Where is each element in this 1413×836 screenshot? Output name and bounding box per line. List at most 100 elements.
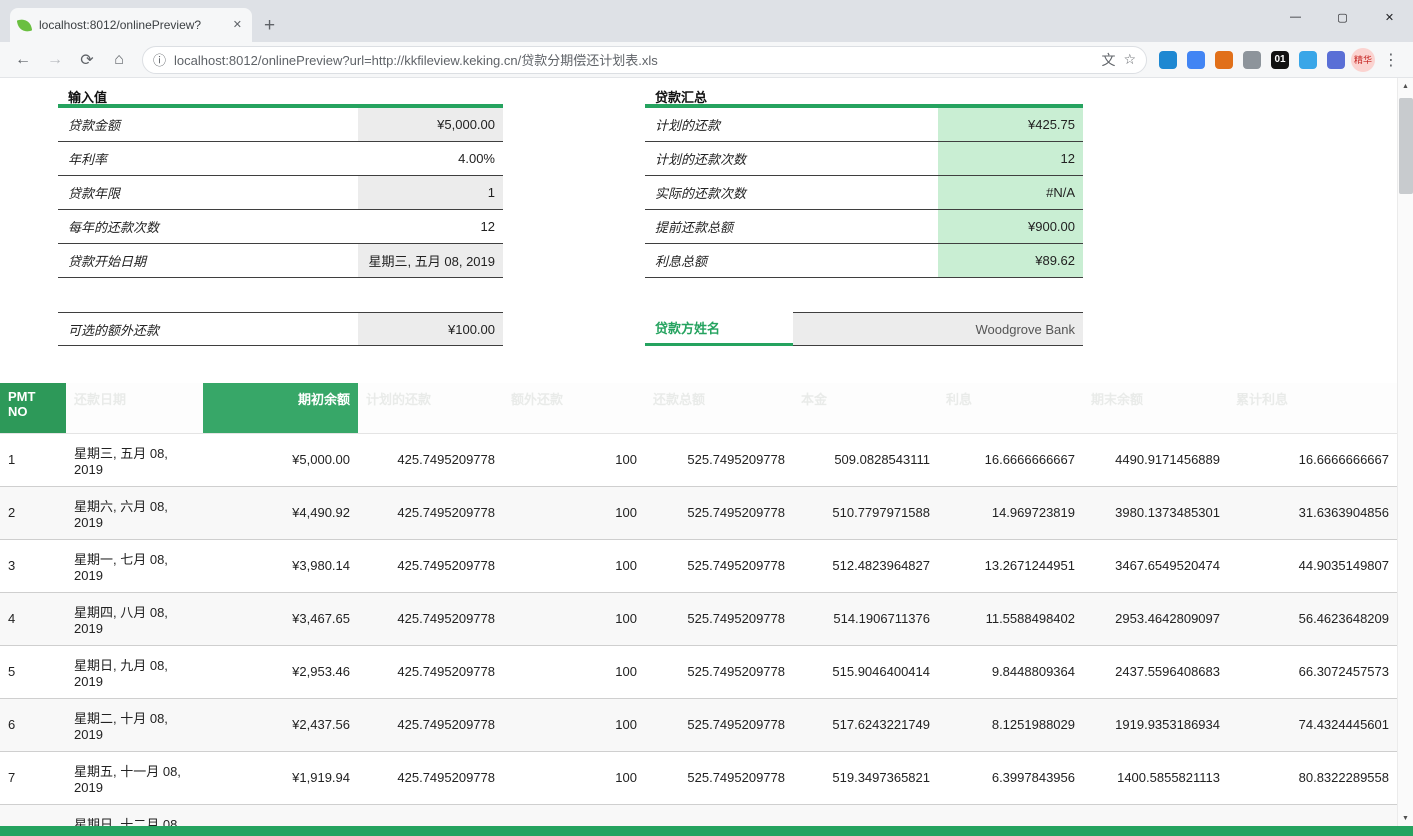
amort-header-cell: 本金 <box>793 383 938 433</box>
summary-label: 计划的还款次数 <box>645 142 938 175</box>
amort-cell: 56.4623648209 <box>1228 592 1397 645</box>
extension-icon-7[interactable] <box>1327 51 1345 69</box>
amort-cell: 2953.4642809097 <box>1083 592 1228 645</box>
amort-cell: 星期一, 七月 08, 2019 <box>66 539 203 592</box>
amort-cell: 521.0809023708 <box>793 804 938 826</box>
extension-icon-5[interactable]: 01 <box>1271 51 1289 69</box>
address-bar[interactable]: ⓘ localhost:8012/onlinePreview?url=http:… <box>142 46 1147 74</box>
amort-cell: 4.668618607 <box>938 804 1083 826</box>
amort-cell: 525.7495209778 <box>645 592 793 645</box>
amort-cell: 13.2671244951 <box>938 539 1083 592</box>
new-tab-button[interactable]: + <box>264 16 275 35</box>
table-row: 3星期一, 七月 08, 2019¥3,980.14425.7495209778… <box>0 539 1397 592</box>
amort-cell: 425.7495209778 <box>358 539 503 592</box>
amort-cell: 星期日, 十二月 08, 2019 <box>66 804 203 826</box>
amort-cell: ¥2,437.56 <box>203 698 358 751</box>
spreadsheet-preview: 输入值 贷款金额¥5,000.00年利率4.00%贷款年限1每年的还款次数12贷… <box>0 78 1397 826</box>
summary-value: #N/A <box>938 176 1083 209</box>
amort-cell: 879.5046797405 <box>1083 804 1228 826</box>
amort-header-cell: 累计利息 <box>1228 383 1397 433</box>
amort-header-cell: 额外还款 <box>503 383 645 433</box>
lender-value: Woodgrove Bank <box>793 312 1083 346</box>
scroll-up-icon[interactable]: ▲ <box>1398 78 1413 94</box>
amort-cell: 9.8448809364 <box>938 645 1083 698</box>
scrollbar-thumb[interactable] <box>1399 98 1413 194</box>
extension-icon-3[interactable] <box>1215 51 1233 69</box>
amort-cell: 14.969723819 <box>938 486 1083 539</box>
browser-menu-icon[interactable]: ⋮ <box>1377 50 1405 70</box>
summary-label: 计划的还款 <box>645 108 938 141</box>
amort-cell: 100 <box>503 804 645 826</box>
amortization-table: PMT NO还款日期期初余额计划的还款额外还款还款总额本金利息期末余额累计利息 … <box>0 383 1397 826</box>
profile-avatar[interactable]: 精华 <box>1351 48 1375 72</box>
amort-cell: 425.7495209778 <box>358 751 503 804</box>
summary-value: 12 <box>938 142 1083 175</box>
amort-cell: 514.1906711376 <box>793 592 938 645</box>
input-label: 贷款开始日期 <box>58 244 358 277</box>
extra-payment-label: 可选的额外还款 <box>58 313 358 345</box>
extension-icon-1[interactable] <box>1159 51 1177 69</box>
amort-cell: 6.3997843956 <box>938 751 1083 804</box>
browser-tab[interactable]: localhost:8012/onlinePreview? ✕ <box>10 8 252 42</box>
bottom-accent-bar <box>0 826 1413 836</box>
amort-cell: 425.7495209778 <box>358 486 503 539</box>
amort-cell: 5 <box>0 645 66 698</box>
amort-cell: 100 <box>503 645 645 698</box>
amort-cell: 100 <box>503 592 645 645</box>
amort-cell: 6 <box>0 698 66 751</box>
scrollbar-track[interactable] <box>1398 94 1413 810</box>
table-row: 6星期二, 十月 08, 2019¥2,437.56425.7495209778… <box>0 698 1397 751</box>
vertical-scrollbar[interactable]: ▲ ▼ <box>1397 78 1413 826</box>
translate-icon[interactable]: 文 <box>1101 50 1115 70</box>
bookmark-star-icon[interactable]: ☆ <box>1123 51 1136 68</box>
home-button[interactable]: ⌂ <box>104 45 134 75</box>
summary-rows: 计划的还款¥425.75计划的还款次数12实际的还款次数#N/A提前还款总额¥9… <box>645 108 1083 278</box>
minimize-button[interactable]: — <box>1272 0 1319 34</box>
summary-value: ¥425.75 <box>938 108 1083 141</box>
extension-icon-6[interactable] <box>1299 51 1317 69</box>
amort-cell: 31.6363904856 <box>1228 486 1397 539</box>
extension-icon-4[interactable] <box>1243 51 1261 69</box>
amort-cell: 425.7495209778 <box>358 804 503 826</box>
extra-payment-value: ¥100.00 <box>358 313 503 345</box>
amort-cell: 11.5588498402 <box>938 592 1083 645</box>
scroll-down-icon[interactable]: ▼ <box>1398 810 1413 826</box>
page-info-icon[interactable]: ⓘ <box>153 50 166 69</box>
amort-cell: 3980.1373485301 <box>1083 486 1228 539</box>
summary-label: 提前还款总额 <box>645 210 938 243</box>
amort-cell: 425.7495209778 <box>358 645 503 698</box>
maximize-button[interactable]: ▢ <box>1319 0 1366 34</box>
amort-cell: 510.7797971588 <box>793 486 938 539</box>
input-value: 1 <box>358 176 503 209</box>
table-row: 5星期日, 九月 08, 2019¥2,953.46425.7495209778… <box>0 645 1397 698</box>
back-button[interactable]: ← <box>8 45 38 75</box>
amort-cell: 425.7495209778 <box>358 592 503 645</box>
reload-button[interactable]: ⟳ <box>72 45 102 75</box>
input-label: 年利率 <box>58 142 358 175</box>
input-value: 4.00% <box>358 142 503 175</box>
input-row: 每年的还款次数12 <box>58 210 503 244</box>
amort-cell: 425.7495209778 <box>358 698 503 751</box>
amort-cell: 7 <box>0 751 66 804</box>
summary-row: 计划的还款次数12 <box>645 142 1083 176</box>
amort-cell: 517.6243221749 <box>793 698 938 751</box>
summary-row: 计划的还款¥425.75 <box>645 108 1083 142</box>
amort-cell: 星期六, 六月 08, 2019 <box>66 486 203 539</box>
amort-cell: 8.1251988029 <box>938 698 1083 751</box>
amort-body: 1星期三, 五月 08, 2019¥5,000.00425.7495209778… <box>0 433 1397 826</box>
lender-row: 贷款方姓名 Woodgrove Bank <box>645 312 1083 346</box>
amort-header-cell: 期末余额 <box>1083 383 1228 433</box>
summary-section-title: 贷款汇总 <box>645 80 1083 108</box>
table-row: 2星期六, 六月 08, 2019¥4,490.92425.7495209778… <box>0 486 1397 539</box>
inputs-section: 输入值 贷款金额¥5,000.00年利率4.00%贷款年限1每年的还款次数12贷… <box>58 80 503 346</box>
inputs-section-title: 输入值 <box>58 80 503 108</box>
table-row: 8星期日, 十二月 08, 2019¥1,400.59425.749520977… <box>0 804 1397 826</box>
forward-button[interactable]: → <box>40 45 70 75</box>
amort-cell: 519.3497365821 <box>793 751 938 804</box>
input-row: 贷款金额¥5,000.00 <box>58 108 503 142</box>
tab-close-icon[interactable]: ✕ <box>231 18 244 33</box>
close-button[interactable]: ✕ <box>1366 0 1413 34</box>
extension-icon-2[interactable] <box>1187 51 1205 69</box>
table-row: 4星期四, 八月 08, 2019¥3,467.65425.7495209778… <box>0 592 1397 645</box>
amort-cell: 525.7495209778 <box>645 486 793 539</box>
